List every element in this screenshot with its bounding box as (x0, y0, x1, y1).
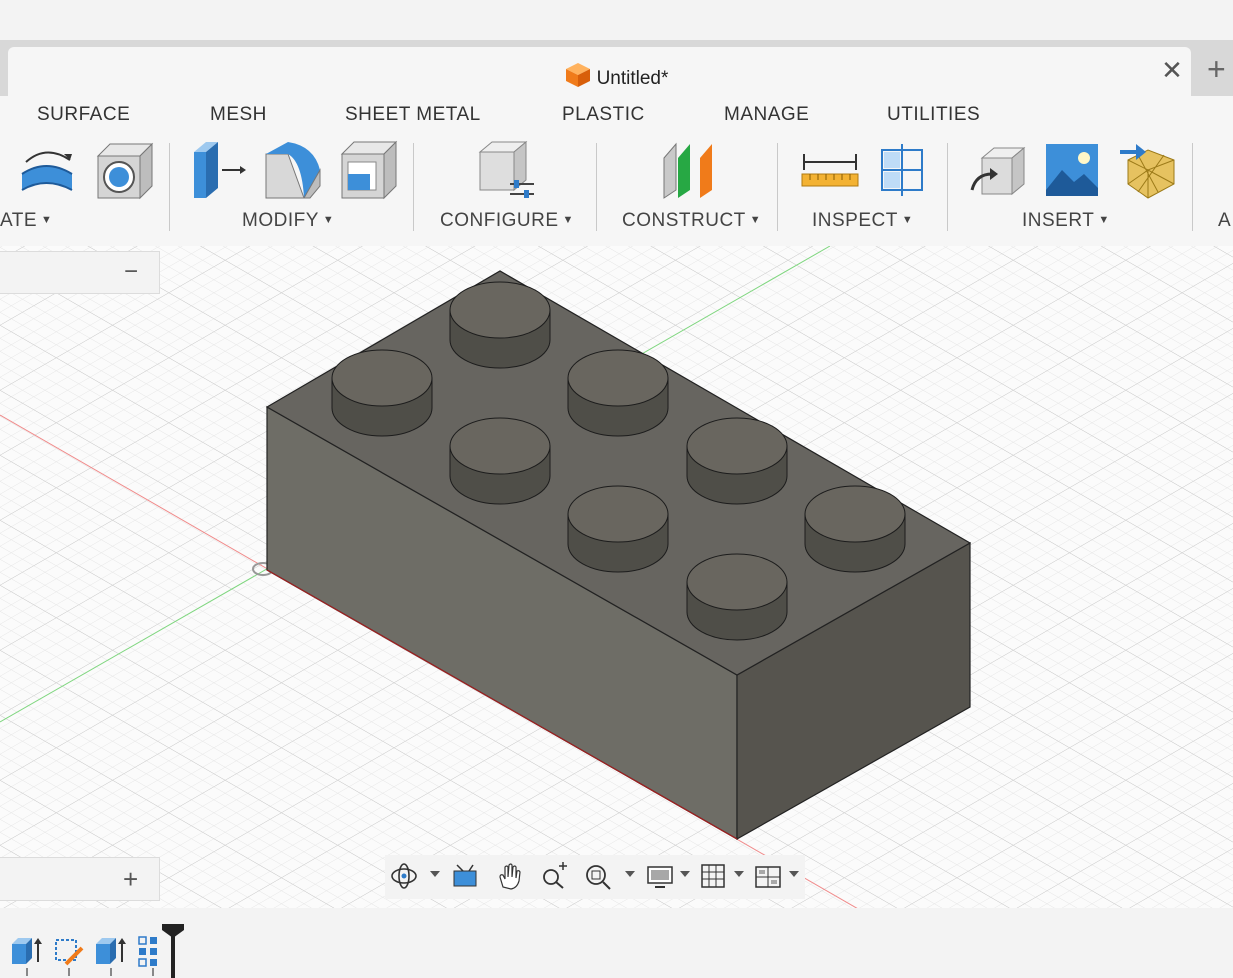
group-configure[interactable]: CONFIGURE ▼ (440, 210, 574, 232)
stud (449, 417, 551, 505)
decal-icon[interactable] (1042, 140, 1102, 200)
offset-plane-icon[interactable] (660, 140, 720, 200)
tab-plastic[interactable]: PLASTIC (562, 104, 645, 126)
stud (567, 349, 669, 437)
canvas-viewport[interactable] (0, 246, 1233, 908)
group-insert-label: INSERT (1022, 210, 1095, 231)
timeline-extrude-icon[interactable] (10, 934, 44, 968)
stud (331, 349, 433, 437)
stud (567, 485, 669, 573)
pan-icon[interactable] (495, 861, 525, 891)
ribbon-divider (947, 143, 948, 231)
shell-icon[interactable] (94, 140, 154, 200)
collapse-icon[interactable]: − (124, 258, 138, 286)
sweep-icon[interactable] (16, 140, 76, 200)
chevron-down-icon[interactable] (734, 871, 744, 877)
insert-derive-icon[interactable] (968, 140, 1028, 200)
timeline-marker-icon[interactable] (160, 924, 186, 978)
stud (449, 281, 551, 369)
group-assemble[interactable]: A (1218, 210, 1231, 232)
viewports-icon[interactable] (753, 861, 783, 891)
configure-icon[interactable] (476, 140, 536, 200)
chamfer-icon[interactable] (338, 140, 398, 200)
comments-panel[interactable]: + (0, 857, 160, 901)
new-tab-icon[interactable]: + (1207, 52, 1233, 86)
stud (804, 485, 906, 573)
chevron-down-icon: ▼ (41, 214, 53, 226)
tab-utilities[interactable]: UTILITIES (887, 104, 980, 126)
expand-icon[interactable]: + (123, 864, 138, 895)
title-bar (0, 0, 1233, 40)
document-title: Untitled* (0, 62, 1233, 90)
timeline-tick (26, 968, 28, 976)
zoom-window-icon[interactable] (583, 861, 613, 891)
grid-icon[interactable] (698, 861, 728, 891)
chevron-down-icon[interactable] (625, 871, 635, 877)
chevron-down-icon[interactable] (430, 871, 440, 877)
browser-panel[interactable]: − (0, 251, 160, 294)
document-title-text: Untitled* (596, 68, 669, 89)
timeline-sketch-icon[interactable] (52, 934, 86, 968)
tab-sheet-metal[interactable]: SHEET METAL (345, 104, 481, 126)
ribbon-divider (169, 143, 170, 231)
chevron-down-icon: ▼ (562, 214, 574, 226)
timeline-extrude-icon[interactable] (94, 934, 128, 968)
orbit-icon[interactable] (389, 861, 419, 891)
stud (686, 417, 788, 505)
group-inspect[interactable]: INSPECT ▼ (812, 210, 913, 232)
tab-mesh[interactable]: MESH (210, 104, 267, 126)
chevron-down-icon[interactable] (680, 871, 690, 877)
group-assemble-label: A (1218, 210, 1232, 231)
timeline-tick (152, 968, 154, 976)
group-construct-label: CONSTRUCT (622, 210, 746, 231)
fillet-icon[interactable] (262, 140, 322, 200)
stud (686, 553, 788, 641)
navigation-bar (385, 855, 805, 899)
group-modify[interactable]: MODIFY ▼ (242, 210, 334, 232)
close-tab-icon[interactable]: ✕ (1160, 57, 1184, 83)
ribbon-divider (777, 143, 778, 231)
ribbon-divider (1192, 143, 1193, 231)
tab-surface[interactable]: SURFACE (37, 104, 130, 126)
group-construct[interactable]: CONSTRUCT ▼ (622, 210, 761, 232)
group-create-label: ATE (0, 210, 38, 231)
ribbon-divider (413, 143, 414, 231)
display-settings-icon[interactable] (645, 861, 675, 891)
group-configure-label: CONFIGURE (440, 210, 559, 231)
insert-mesh-icon[interactable] (1118, 140, 1178, 200)
timeline (0, 908, 1233, 978)
chevron-down-icon[interactable] (789, 871, 799, 877)
chevron-down-icon: ▼ (322, 214, 335, 226)
document-cube-icon (565, 63, 590, 87)
measure-icon[interactable] (800, 140, 860, 200)
chevron-down-icon: ▼ (749, 214, 762, 226)
press-pull-icon[interactable] (188, 140, 248, 200)
timeline-tick (110, 968, 112, 976)
group-inspect-label: INSPECT (812, 210, 898, 231)
zoom-icon[interactable] (539, 861, 569, 891)
group-modify-label: MODIFY (242, 210, 319, 231)
tab-manage[interactable]: MANAGE (724, 104, 809, 126)
timeline-tick (68, 968, 70, 976)
group-insert[interactable]: INSERT ▼ (1022, 210, 1110, 232)
group-create[interactable]: ATE ▼ (0, 210, 52, 232)
chevron-down-icon: ▼ (901, 214, 914, 226)
look-at-icon[interactable] (451, 861, 481, 891)
interference-icon[interactable] (872, 140, 932, 200)
chevron-down-icon: ▼ (1098, 214, 1110, 226)
model-canvas[interactable] (0, 246, 1233, 908)
ribbon-divider (596, 143, 597, 231)
